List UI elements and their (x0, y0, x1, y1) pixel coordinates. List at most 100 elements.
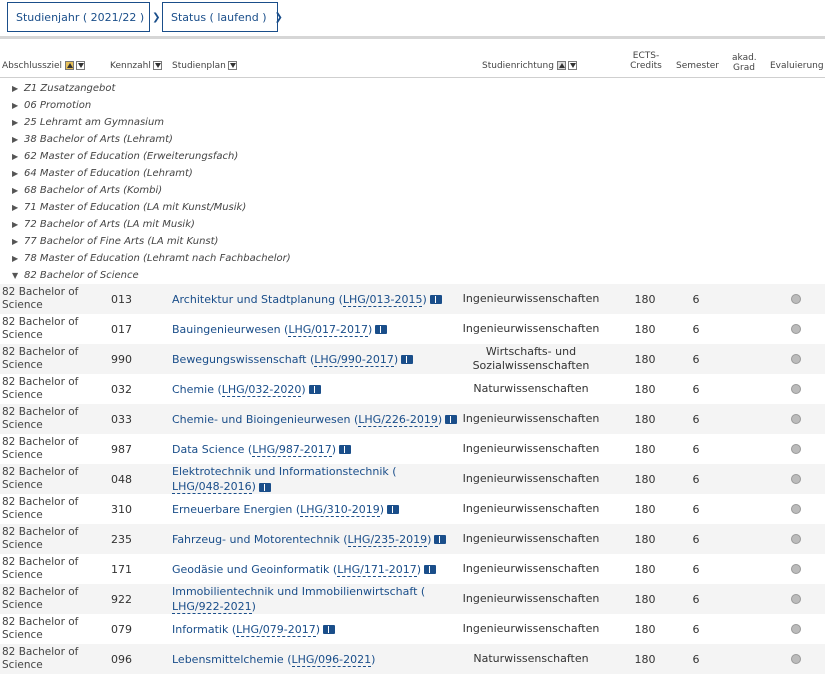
studienplan-link[interactable]: LHG/171-2017 (337, 562, 417, 577)
studienplan-link[interactable]: LHG/310-2019 (300, 502, 380, 517)
column-header-ects: ECTS- Credits (628, 51, 664, 71)
cell-studienplan[interactable]: Erneuerbare Energien (LHG/310-2019) (172, 494, 462, 524)
book-icon[interactable] (424, 565, 437, 574)
studienplan-link[interactable]: LHG/048-2016 (172, 480, 252, 494)
ziel-line: Science (2, 569, 43, 581)
chevron-down-icon: ❯ (274, 11, 283, 23)
cell-studienrichtung: Ingenieurwissenschaften (460, 434, 602, 464)
column-header-kennzahl[interactable]: Kennzahl (110, 61, 162, 71)
group-row[interactable]: ▶ Z1 Zusatzangebot (0, 80, 825, 97)
book-icon[interactable] (387, 505, 400, 514)
studienplan-link[interactable]: LHG/017-2017 (288, 322, 368, 337)
column-label: Grad (733, 63, 755, 73)
cell-semester: 6 (676, 494, 716, 524)
cell-studienplan[interactable]: Architektur und Stadtplanung (LHG/013-20… (172, 284, 462, 314)
filter-icon[interactable] (567, 61, 577, 70)
group-row[interactable]: ▶ 78 Master of Education (Lehramt nach Fa… (0, 250, 825, 267)
group-row[interactable]: ▶ 64 Master of Education (Lehramt) (0, 165, 825, 182)
studienplan-link[interactable]: LHG/987-2017 (252, 442, 332, 457)
studienplan-name: Geodäsie und Geoinformatik (172, 562, 330, 576)
cell-kennzahl: 235 (111, 524, 151, 554)
status-filter[interactable]: Status ( laufend ) ❯ (162, 2, 283, 32)
ziel-line: 82 Bachelor of (2, 286, 79, 298)
book-icon[interactable] (375, 325, 388, 334)
studienplan-link[interactable]: LHG/096-2021 (291, 652, 372, 667)
triangle-right-icon: ▶ (12, 118, 19, 127)
semester-value: 6 (692, 292, 700, 306)
cell-studienplan[interactable]: Geodäsie und Geoinformatik (LHG/171-2017… (172, 554, 462, 584)
book-icon[interactable] (308, 385, 321, 394)
cell-studienplan[interactable]: Informatik (LHG/079-2017) (172, 614, 462, 644)
book-icon[interactable] (258, 482, 271, 492)
group-row[interactable]: ▶ 72 Bachelor of Arts (LA mit Musik) (0, 216, 825, 233)
group-row[interactable]: ▶ 62 Master of Education (Erweiterungsfac… (0, 148, 825, 165)
cell-studienplan[interactable]: Bauingenieurwesen (LHG/017-2017) (172, 314, 462, 344)
status-dot-icon (791, 414, 801, 424)
column-header-studienplan[interactable]: Studienplan (172, 61, 237, 71)
cell-studienplan[interactable]: Elektrotechnik und Informationstechnik (… (172, 464, 462, 494)
cell-evaluierung (786, 434, 806, 464)
group-row[interactable]: ▶ 06 Promotion (0, 97, 825, 114)
filter-icon[interactable] (152, 61, 162, 70)
book-icon[interactable] (339, 445, 352, 454)
studienplan-link[interactable]: LHG/079-2017 (236, 622, 316, 637)
richtung-line: Ingenieurwissenschaften (462, 562, 600, 575)
group-row[interactable]: ▶ 25 Lehramt am Gymnasium (0, 114, 825, 131)
cell-studienplan[interactable]: Chemie (LHG/032-2020) (172, 374, 462, 404)
group-row[interactable]: ▶ 71 Master of Education (LA mit Kunst/Mu… (0, 199, 825, 216)
cell-ects: 180 (620, 494, 670, 524)
column-header-studienrichtung[interactable]: Studienrichtung (482, 61, 577, 71)
filter-label: Status ( laufend ) (171, 10, 267, 24)
book-icon[interactable] (434, 535, 447, 544)
cell-kennzahl: 922 (111, 584, 151, 614)
cell-ects: 180 (620, 464, 670, 494)
studienplan-link[interactable]: LHG/032-2020 (221, 382, 302, 397)
cell-abschlussziel: 82 Bachelor of Science (2, 464, 102, 494)
chevron-down-icon: ❯ (152, 11, 161, 23)
semester-value: 6 (692, 442, 700, 456)
studienplan-name: Architektur und Stadtplanung (172, 292, 336, 306)
cell-evaluierung (786, 344, 806, 374)
ziel-line: 82 Bachelor of (2, 526, 79, 538)
cell-studienrichtung: Ingenieurwissenschaften (460, 404, 602, 434)
filter-icon[interactable] (227, 61, 237, 70)
group-label: 72 Bachelor of Arts (LA mit Musik) (24, 219, 195, 230)
studienplan-link[interactable]: LHG/922-2021 (172, 600, 252, 614)
cell-studienplan[interactable]: Immobilientechnik und Immobilienwirtscha… (172, 584, 462, 614)
book-icon[interactable] (401, 355, 414, 364)
studienplan-link[interactable]: LHG/990-2017 (314, 352, 394, 367)
book-icon[interactable] (445, 415, 458, 424)
book-icon[interactable] (429, 295, 442, 304)
studienplan-link[interactable]: LHG/235-2019 (347, 532, 428, 547)
cell-studienplan[interactable]: Chemie- und Bioingenieurwesen (LHG/226-2… (172, 404, 462, 434)
richtung-line: Ingenieurwissenschaften (462, 502, 600, 515)
studienplan-link[interactable]: LHG/226-2019 (358, 412, 438, 427)
studienplan-name: Immobilientechnik und Immobilienwirtscha… (172, 585, 418, 598)
studienjahr-filter[interactable]: Studienjahr ( 2021/22 ) ❯ (7, 2, 161, 32)
cell-evaluierung (786, 404, 806, 434)
group-row[interactable]: ▼ 82 Bachelor of Science (0, 267, 825, 284)
cell-studienplan[interactable]: Fahrzeug- und Motorentechnik (LHG/235-20… (172, 524, 462, 554)
sort-icon[interactable] (556, 61, 566, 70)
cell-kennzahl: 013 (111, 284, 151, 314)
column-header-abschlussziel[interactable]: Abschlussziel (2, 61, 86, 71)
ziel-line: Science (2, 359, 43, 371)
filter-icon[interactable] (76, 61, 86, 70)
triangle-right-icon: ▶ (12, 220, 19, 229)
status-dot-icon (791, 594, 801, 604)
ects-value: 180 (634, 622, 656, 636)
studienplan-link[interactable]: LHG/013-2015 (342, 292, 423, 307)
cell-studienplan[interactable]: Lebensmittelchemie (LHG/096-2021) (172, 644, 462, 674)
cell-kennzahl: 171 (111, 554, 151, 584)
group-row[interactable]: ▶ 77 Bachelor of Fine Arts (LA mit Kunst) (0, 233, 825, 250)
cell-studienplan[interactable]: Bewegungswissenschaft (LHG/990-2017) (172, 344, 462, 374)
cell-studienplan[interactable]: Data Science (LHG/987-2017) (172, 434, 462, 464)
group-row[interactable]: ▶ 38 Bachelor of Arts (Lehramt) (0, 131, 825, 148)
semester-value: 6 (692, 352, 700, 366)
group-row[interactable]: ▶ 68 Bachelor of Arts (Kombi) (0, 182, 825, 199)
cell-semester: 6 (676, 614, 716, 644)
book-icon[interactable] (323, 625, 336, 634)
sort-icon[interactable] (65, 61, 75, 70)
cell-ects: 180 (620, 344, 670, 374)
status-dot-icon (791, 384, 801, 394)
